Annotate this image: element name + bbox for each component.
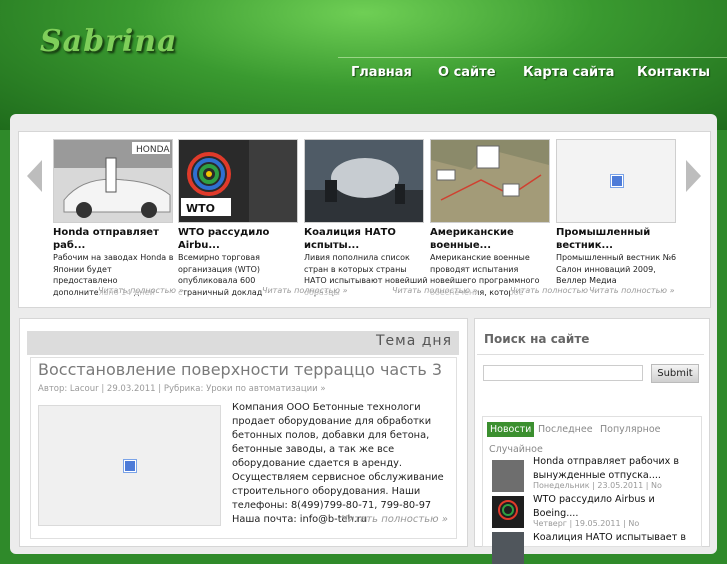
article-title[interactable]: Восстановление поверхности терраццо част…: [38, 360, 442, 379]
slide-image[interactable]: HONDA: [53, 139, 173, 223]
search-title: Поиск на сайте: [484, 332, 590, 346]
slide-read-more-link[interactable]: Читать полностью »: [510, 286, 596, 295]
military-photo-icon: [305, 140, 423, 222]
article-image[interactable]: [38, 405, 221, 526]
slider-next-arrow-icon[interactable]: [686, 160, 701, 192]
news-item-meta: Четверг | 19.05.2011 | No: [533, 519, 640, 528]
svg-text:HONDA: HONDA: [136, 145, 170, 155]
car-photo-icon: HONDA: [54, 140, 172, 222]
slide-card[interactable]: HONDA Honda отправляет раб... Рабочим на…: [53, 139, 173, 299]
tab-latest[interactable]: Последнее: [535, 422, 596, 437]
wto-logo-icon: WTO: [179, 140, 297, 222]
wto-logo-icon: [498, 500, 518, 520]
slide-title[interactable]: WTO рассудило Airbu...: [178, 226, 302, 252]
slide-image[interactable]: [556, 139, 676, 223]
site-logo[interactable]: Sabrina: [40, 24, 178, 59]
slide-title[interactable]: Промышленный вестник...: [556, 226, 680, 252]
article-read-more-link[interactable]: Читать полностью »: [341, 514, 448, 525]
nav-sitemap[interactable]: Карта сайта: [523, 65, 614, 80]
nav-about[interactable]: О сайте: [438, 65, 496, 80]
news-item-meta: Понедельник | 23.05.2011 | No: [533, 481, 662, 490]
slide-read-more-link[interactable]: Читать полностью »: [262, 286, 348, 295]
tab-popular[interactable]: Популярное: [597, 422, 663, 437]
nav-divider: [338, 57, 727, 58]
slider-prev-arrow-icon[interactable]: [27, 160, 42, 192]
slide-title[interactable]: Американские военные...: [430, 226, 554, 252]
slide-image[interactable]: [430, 139, 550, 223]
divider: [477, 354, 704, 355]
section-header: Тема дня: [27, 331, 459, 355]
slide-card[interactable]: Коалиция НАТО испыты... Ливия пополнила …: [262, 139, 428, 299]
news-item-title[interactable]: Коалиция НАТО испытывает в: [533, 531, 693, 545]
broken-image-icon: [610, 174, 624, 188]
slide-title[interactable]: Honda отправляет раб...: [53, 226, 177, 252]
slide-card[interactable]: WTO WTO рассудило Airbu... Всемирно торг…: [98, 139, 298, 299]
slide-title[interactable]: Коалиция НАТО испыты...: [304, 226, 428, 252]
article-text: Компания ООО Бетонные технологи продает …: [232, 402, 444, 525]
nav-contacts[interactable]: Контакты: [637, 65, 710, 80]
slide-image[interactable]: WTO: [178, 139, 298, 223]
slide-read-more-link[interactable]: Читать полностью »: [98, 286, 184, 295]
news-thumbnail[interactable]: [492, 496, 524, 528]
search-input[interactable]: [483, 365, 643, 381]
news-thumbnail[interactable]: [492, 460, 524, 492]
map-screenshot-icon: [431, 140, 549, 222]
news-item-title[interactable]: Honda отправляет рабочих в вынужденные о…: [533, 455, 693, 482]
slide-image[interactable]: [304, 139, 424, 223]
section-label: Тема дня: [375, 333, 452, 349]
broken-image-icon: [123, 459, 137, 473]
slide-card[interactable]: Американские военные... Американские вое…: [392, 139, 550, 299]
slide-read-more-link[interactable]: Читать полностью »: [589, 286, 675, 295]
tab-news[interactable]: Новости: [487, 422, 535, 437]
article-meta: Автор: Lacour | 29.03.2011 | Рубрика: Ур…: [38, 384, 326, 394]
news-thumbnail[interactable]: [492, 532, 524, 564]
slide-read-more-link[interactable]: Читать полностью »: [392, 286, 478, 295]
nav-home[interactable]: Главная: [351, 65, 412, 80]
slide-card[interactable]: Промышленный вестник... Промышленный вес…: [510, 139, 676, 299]
search-submit-button[interactable]: Submit: [651, 364, 699, 383]
svg-text:WTO: WTO: [186, 202, 215, 215]
news-item-title[interactable]: WTO рассудило Airbus и Boeing....: [533, 493, 693, 520]
